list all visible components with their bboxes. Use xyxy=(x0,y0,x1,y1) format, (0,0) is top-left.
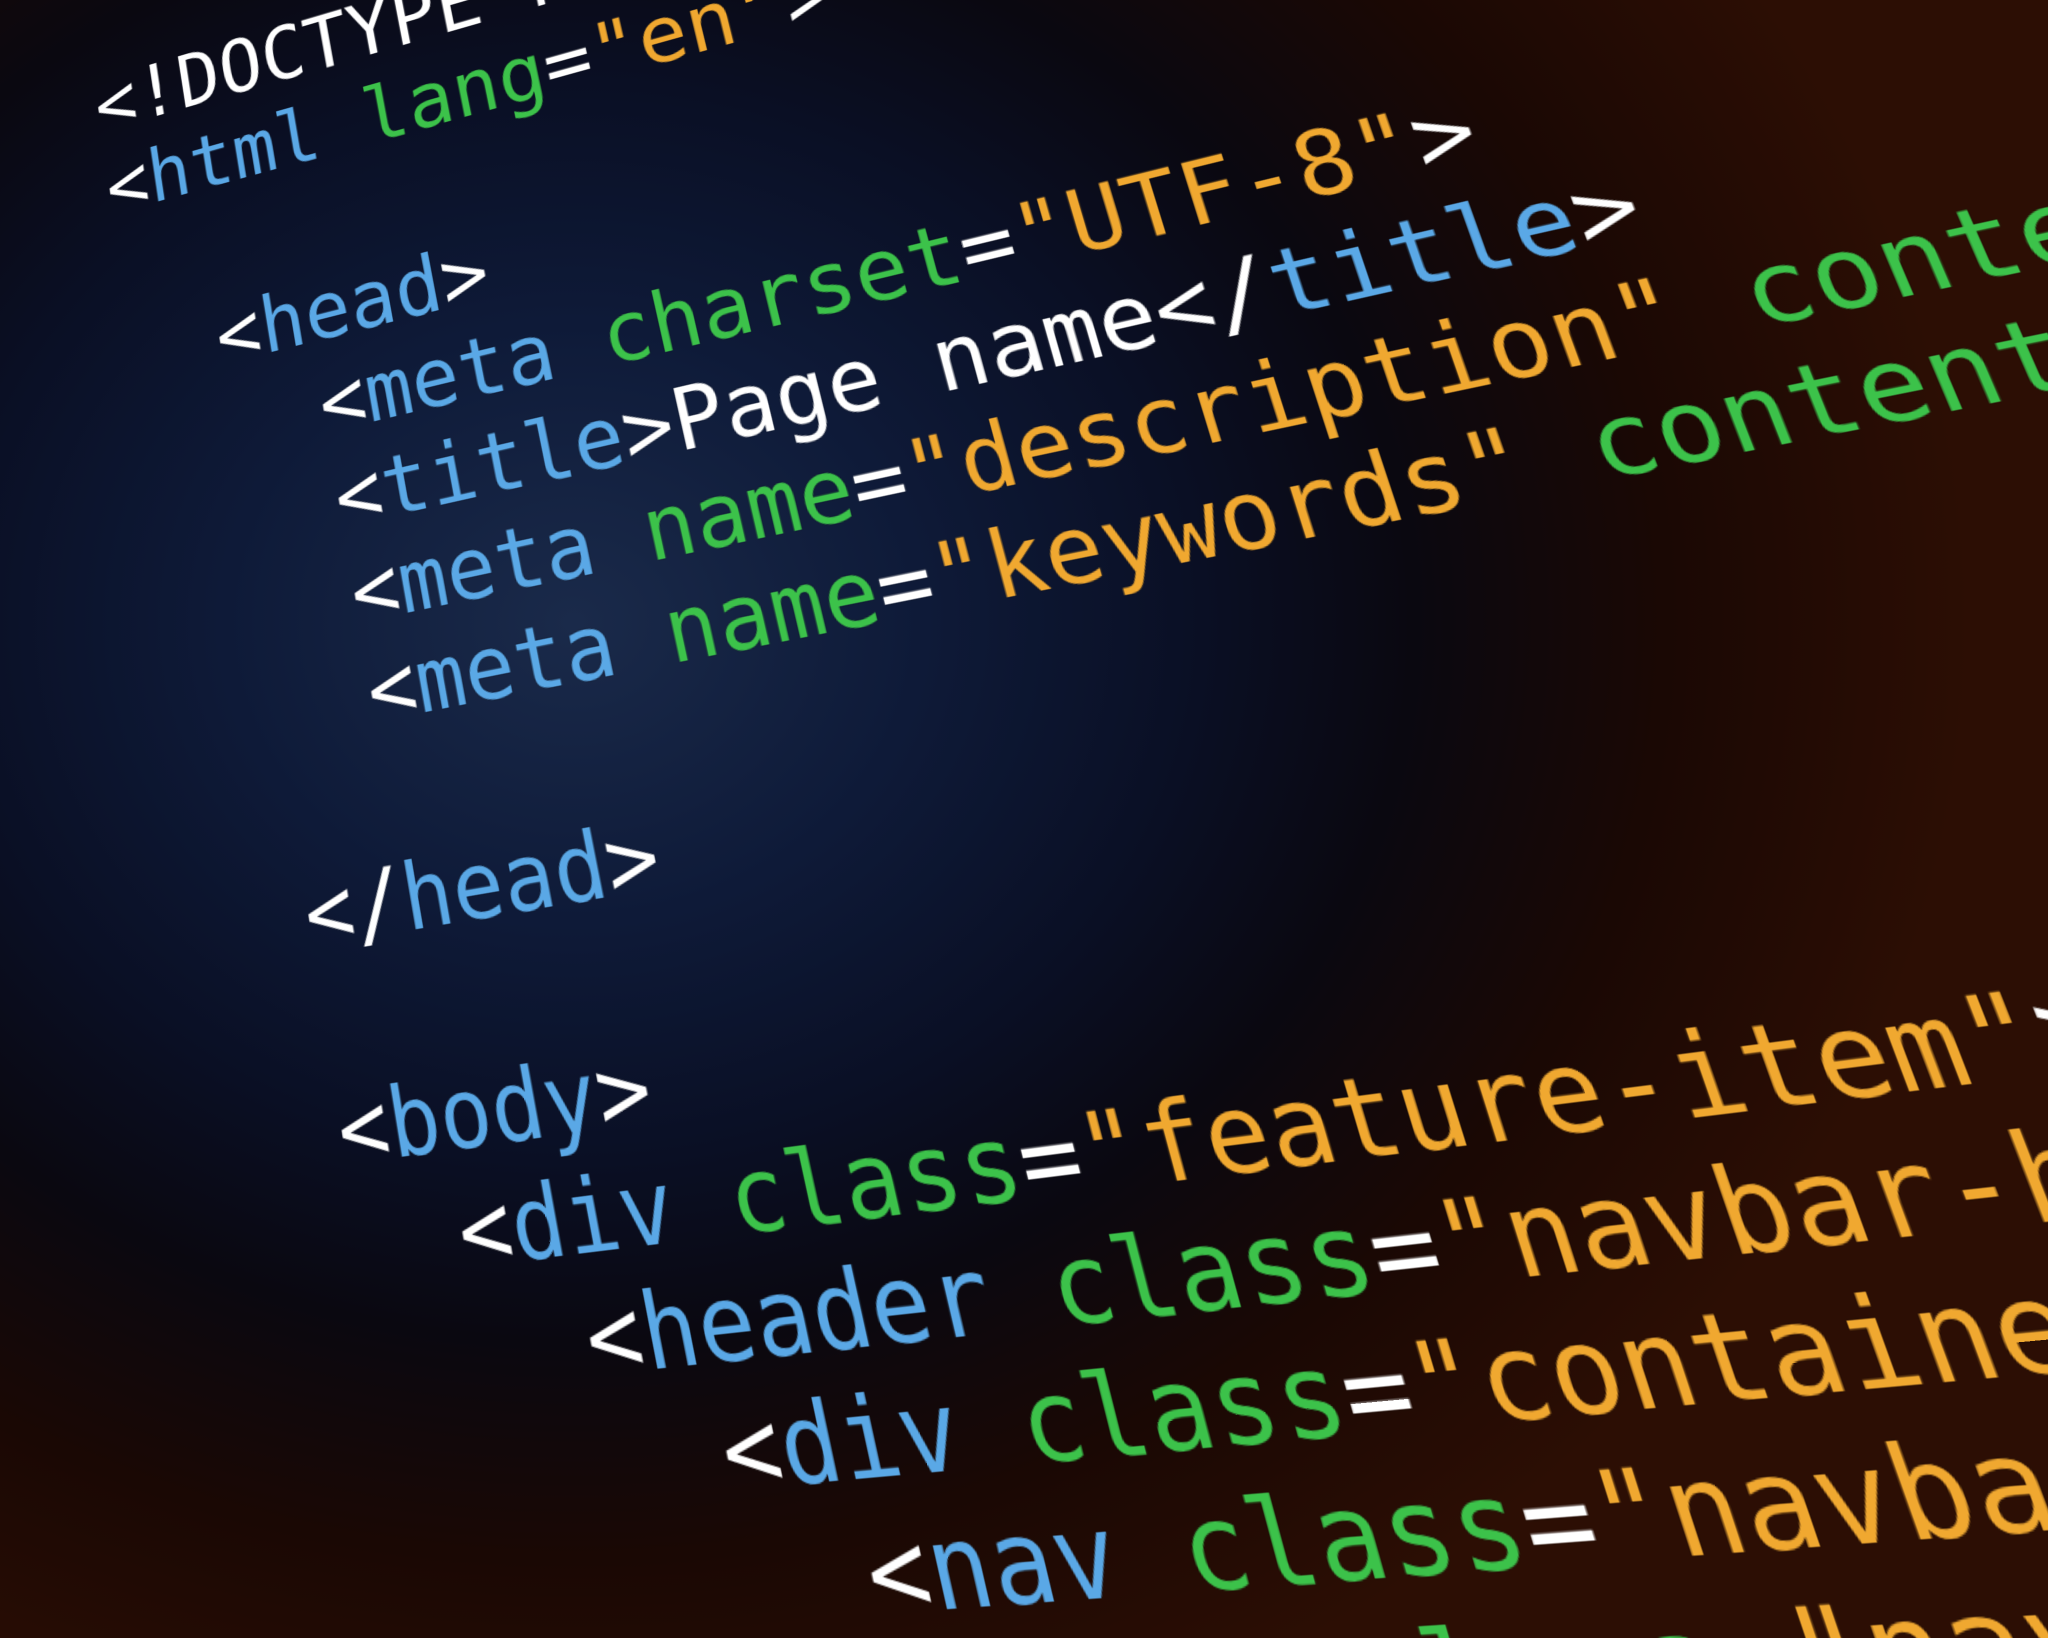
code-token: div xyxy=(501,1148,685,1285)
code-token: nav xyxy=(914,1488,1134,1637)
code-editor-view: <!DOCTYPE html><html lang="en"> <head> <… xyxy=(0,0,2048,1638)
code-token: class xyxy=(1165,1454,1545,1620)
code-token: </ xyxy=(297,848,411,969)
code-block[interactable]: <!DOCTYPE html><html lang="en"> <head> <… xyxy=(90,0,2048,1638)
code-token: div xyxy=(768,1368,975,1513)
